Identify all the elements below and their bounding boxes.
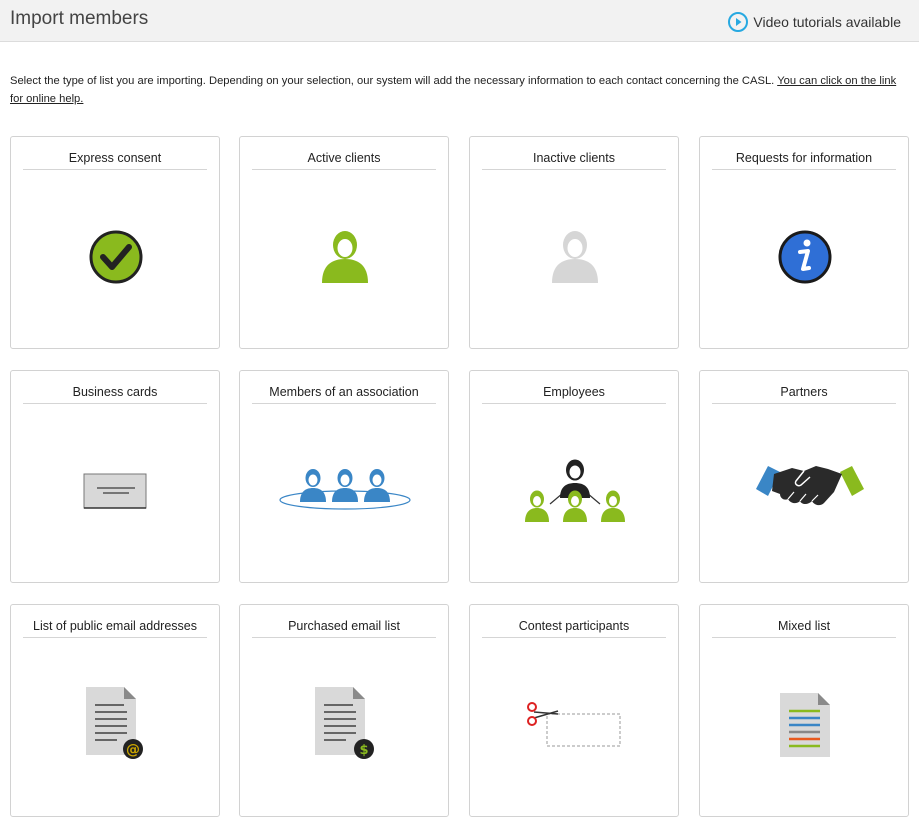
card-inactive-clients[interactable]: Inactive clients [469,136,679,349]
card-express-consent[interactable]: Express consent [10,136,220,349]
card-business-cards[interactable]: Business cards [10,370,220,583]
card-partners[interactable]: Partners [699,370,909,583]
scissors-coupon-icon [527,702,621,747]
page-header: Import members Video tutorials available [0,0,919,42]
svg-text:@: @ [126,742,140,758]
document-dollar-icon: $ [315,687,374,759]
card-contest-participants[interactable]: Contest participants [469,604,679,817]
svg-text:$: $ [359,743,368,758]
info-circle-icon [778,230,832,284]
document-email-icon: @ [86,687,143,759]
business-card-icon [83,473,147,509]
person-green-icon [322,231,368,283]
card-requests-for-information[interactable]: Requests for information [699,136,909,349]
card-public-email-addresses[interactable]: List of public email addresses @ [10,604,220,817]
page-title: Import members [10,8,149,29]
card-mixed-list[interactable]: Mixed list [699,604,909,817]
person-gray-icon [552,231,598,283]
checkmark-circle-icon [89,230,143,284]
org-chart-icon [525,459,625,522]
handshake-icon [756,466,864,506]
intro-description: Select the type of list you are importin… [10,75,778,87]
document-colored-lines-icon [780,693,830,757]
card-members-of-association[interactable]: Members of an association [239,370,449,583]
association-table-icon [279,469,411,510]
card-purchased-email-list[interactable]: Purchased email list $ [239,604,449,817]
intro-text: Select the type of list you are importin… [10,72,905,108]
video-tutorials-label: Video tutorials available [753,14,901,30]
card-employees[interactable]: Employees [469,370,679,583]
play-circle-icon [728,12,749,32]
video-tutorials-link[interactable]: Video tutorials available [728,12,901,32]
card-active-clients[interactable]: Active clients [239,136,449,349]
